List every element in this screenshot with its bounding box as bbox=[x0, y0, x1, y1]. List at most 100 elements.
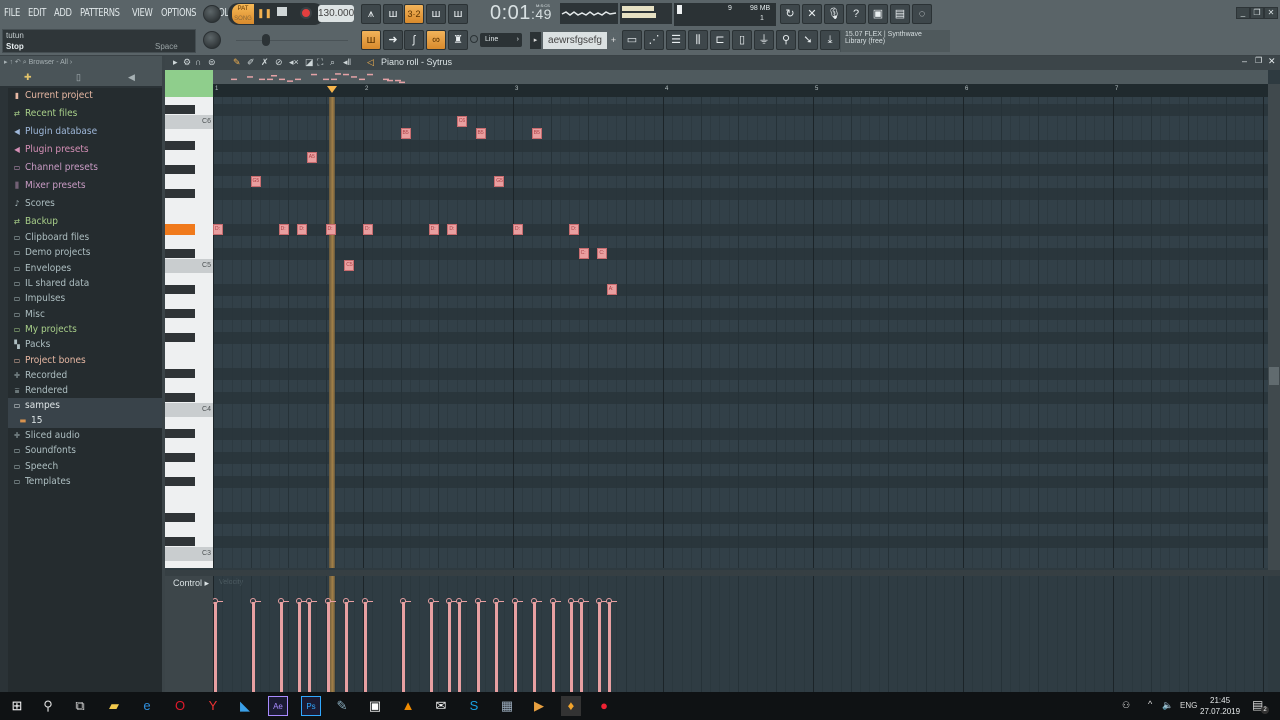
cut-icon[interactable]: ✕ bbox=[802, 4, 822, 24]
channel-rack-icon[interactable]: ☰ bbox=[666, 30, 686, 50]
zoom-tool-icon[interactable]: ⌕ bbox=[330, 57, 335, 68]
note-grid[interactable]: D: G5 D: D: A5 D: C5 D: B5 D: D: C6 B5 G5 D: B5 D: C: C: A: bbox=[213, 97, 1268, 568]
select-tool-icon[interactable]: ◪ bbox=[305, 57, 314, 68]
help-icon[interactable]: ? bbox=[846, 4, 866, 24]
browser-item[interactable]: ▮ Current project bbox=[8, 88, 162, 103]
velocity-bar[interactable] bbox=[401, 602, 405, 692]
project-icon[interactable]: ▯ bbox=[732, 30, 752, 50]
velocity-bar[interactable] bbox=[279, 602, 283, 692]
piano-roll-menu-icon[interactable]: ▸ bbox=[173, 57, 178, 68]
octave-key-label[interactable]: C3 bbox=[165, 547, 213, 561]
note[interactable]: D: bbox=[569, 224, 580, 235]
piano-roll-title[interactable]: Piano roll - Sytrus bbox=[381, 57, 452, 67]
velocity-bar[interactable] bbox=[251, 602, 255, 692]
browser-item[interactable]: ▭ IL shared data bbox=[8, 276, 162, 291]
vertical-scrollbar[interactable] bbox=[1268, 84, 1280, 570]
edge-icon[interactable]: e bbox=[137, 696, 157, 716]
tray-expand-icon[interactable]: ^ bbox=[1148, 699, 1152, 709]
browser-item[interactable]: ◀ Plugin presets bbox=[8, 142, 162, 157]
after-effects-icon[interactable]: Ae bbox=[268, 696, 288, 716]
master-slider-handle[interactable] bbox=[262, 34, 270, 46]
mute-tool-icon[interactable]: ⊘ bbox=[275, 57, 283, 68]
note[interactable]: D: bbox=[363, 224, 373, 235]
search-icon[interactable]: ⚲ bbox=[38, 696, 58, 716]
paint-tool-icon[interactable]: ✐ bbox=[247, 57, 255, 68]
piano-roll-icon[interactable]: ⋰ bbox=[644, 30, 664, 50]
browser-item[interactable]: ▬ 15 bbox=[8, 413, 162, 428]
pat-song-toggle[interactable]: PAT SONG bbox=[232, 4, 254, 24]
browser-files-icon[interactable]: ▯ bbox=[76, 72, 81, 83]
add-pattern-button[interactable]: + bbox=[608, 32, 619, 49]
black-key[interactable] bbox=[165, 249, 195, 258]
task-view-icon[interactable]: ⧉ bbox=[70, 696, 90, 716]
mixer-icon[interactable]: ⫼ bbox=[688, 30, 708, 50]
velocity-bar[interactable] bbox=[551, 602, 555, 692]
browser-item[interactable]: ▭ My projects bbox=[8, 322, 162, 337]
people-icon[interactable]: ⚇ bbox=[1122, 700, 1130, 711]
save-as-icon[interactable]: ▤ bbox=[890, 4, 910, 24]
store-icon[interactable]: ▣ bbox=[365, 696, 385, 716]
tempo-display[interactable]: 130.000 bbox=[318, 5, 354, 22]
language-indicator[interactable]: ENG bbox=[1180, 701, 1197, 710]
main-pitch-knob[interactable] bbox=[203, 31, 221, 49]
black-key[interactable] bbox=[165, 453, 195, 462]
browser-item[interactable]: ✛ Sliced audio bbox=[8, 428, 162, 443]
pattern-overview[interactable] bbox=[213, 70, 1268, 84]
black-key[interactable] bbox=[165, 141, 195, 150]
browser-item[interactable]: ▭ Project bones bbox=[8, 353, 162, 368]
app-icon[interactable]: ▦ bbox=[497, 696, 517, 716]
magnet-icon[interactable]: ∩ bbox=[195, 57, 201, 67]
black-key[interactable] bbox=[165, 224, 195, 235]
record-icon[interactable] bbox=[300, 7, 312, 19]
black-key[interactable] bbox=[165, 165, 195, 174]
velocity-bar[interactable] bbox=[598, 602, 602, 692]
black-key[interactable] bbox=[165, 333, 195, 342]
black-key[interactable] bbox=[165, 537, 195, 546]
touch-controller-icon[interactable]: ⚲ bbox=[776, 30, 796, 50]
download-icon[interactable]: ⤓ bbox=[820, 30, 840, 50]
ghost-channel-corner[interactable] bbox=[165, 70, 213, 97]
octave-key-label[interactable]: C6 bbox=[165, 115, 213, 129]
note[interactable]: A5 bbox=[306, 152, 317, 163]
velocity-bar[interactable] bbox=[532, 602, 536, 692]
black-key[interactable] bbox=[165, 369, 195, 378]
velocity-bar[interactable] bbox=[514, 602, 517, 692]
velocity-bar[interactable] bbox=[214, 602, 217, 692]
black-key[interactable] bbox=[165, 285, 195, 294]
news-panel[interactable]: 15.07 FLEX | Synthwave Library (free) bbox=[840, 30, 950, 52]
black-key[interactable] bbox=[165, 105, 195, 114]
octave-key-label[interactable]: C4 bbox=[165, 403, 213, 417]
browser-item[interactable]: ⩸ Rendered bbox=[8, 383, 162, 398]
media-icon[interactable]: ▶ bbox=[529, 696, 549, 716]
mail-icon[interactable]: ✉ bbox=[431, 696, 451, 716]
pattern-prev-button[interactable]: ▸ bbox=[530, 32, 541, 49]
step-edit-icon[interactable]: ♜ bbox=[448, 30, 468, 50]
browser-item[interactable]: ▭ Speech bbox=[8, 459, 162, 474]
black-key[interactable] bbox=[165, 429, 195, 438]
browser-item[interactable]: ▭ Demo projects bbox=[8, 245, 162, 260]
browser-item[interactable]: ✛ Recorded bbox=[8, 368, 162, 383]
velocity-bar[interactable] bbox=[326, 602, 330, 692]
browser-item[interactable]: ⫼ Mixer presets bbox=[8, 178, 162, 193]
pr-restore-icon[interactable]: ❐ bbox=[1255, 56, 1262, 65]
browser-item[interactable]: ▭ sampes bbox=[8, 398, 162, 413]
velocity-bar[interactable] bbox=[607, 602, 611, 692]
playhead-marker[interactable] bbox=[327, 86, 338, 93]
opera-icon[interactable]: O bbox=[170, 696, 190, 716]
velocity-bar[interactable] bbox=[364, 602, 367, 692]
note[interactable]: B5 bbox=[400, 128, 411, 139]
velocity-bar[interactable] bbox=[495, 602, 499, 692]
photoshop-icon[interactable]: Ps bbox=[301, 696, 321, 716]
file-explorer-icon[interactable]: ▰ bbox=[104, 696, 124, 716]
fl-studio-icon[interactable]: ♦ bbox=[561, 696, 581, 716]
chat-icon[interactable]: ◌ bbox=[912, 4, 932, 24]
close-icon[interactable]: ✕ bbox=[1264, 7, 1278, 19]
menu-edit[interactable]: EDIT bbox=[28, 6, 46, 22]
note[interactable]: C5 bbox=[344, 260, 355, 271]
slice-tool-icon[interactable]: ◂× bbox=[289, 57, 299, 68]
browser-item[interactable]: ◀ Plugin database bbox=[8, 124, 162, 139]
time-format-label[interactable]: M:S:CS bbox=[536, 3, 550, 8]
playback-tool-icon[interactable]: ◂‖ bbox=[343, 57, 351, 68]
menu-patterns[interactable]: PATTERNS bbox=[80, 6, 120, 22]
black-key[interactable] bbox=[165, 513, 195, 522]
